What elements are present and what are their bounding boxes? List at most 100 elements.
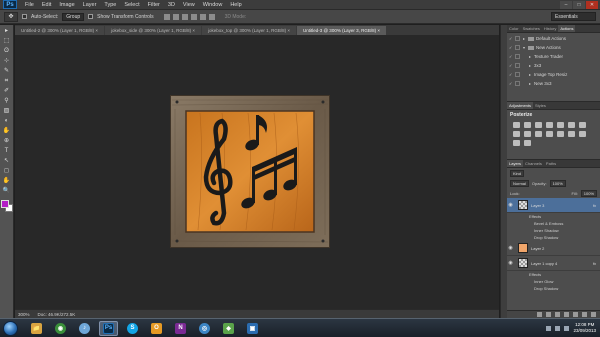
channel-mixer-icon[interactable]: [535, 131, 542, 137]
align-middle-icon[interactable]: [172, 13, 179, 20]
lasso-tool-icon[interactable]: ʘ: [2, 48, 11, 55]
black-white-icon[interactable]: [513, 131, 520, 137]
tab-channels[interactable]: Channels: [523, 160, 544, 167]
menu-help[interactable]: Help: [226, 2, 245, 8]
vibrance-icon[interactable]: [557, 122, 564, 128]
volume-icon[interactable]: [564, 325, 570, 331]
check-icon[interactable]: ✓: [509, 45, 513, 50]
fx-icon[interactable]: fx: [593, 261, 596, 266]
dialog-toggle-icon[interactable]: [515, 81, 520, 86]
dialog-toggle-icon[interactable]: [515, 36, 520, 41]
quick-select-tool-icon[interactable]: ⊹: [2, 58, 11, 65]
tab-jokebox-side[interactable]: jokebox_side @ 300% (Layer 1, RGB/8) ×: [104, 26, 201, 35]
fx-add-icon[interactable]: [546, 312, 551, 317]
tab-jokebox-top[interactable]: jokebox_top @ 300% (Layer 1, RGB/8) ×: [201, 26, 296, 35]
effect-drop-shadow[interactable]: Drop Shadow: [507, 234, 600, 241]
eraser-tool-icon[interactable]: ✋: [2, 128, 11, 135]
network-icon[interactable]: [555, 325, 561, 331]
history-brush-tool-icon[interactable]: ◐: [2, 118, 11, 125]
close-button[interactable]: ✕: [586, 0, 598, 9]
tab-paths[interactable]: Paths: [544, 160, 558, 167]
fx-icon[interactable]: fx: [593, 203, 596, 208]
menu-view[interactable]: View: [179, 2, 199, 8]
healing-tool-icon[interactable]: ✐: [2, 88, 11, 95]
action-image-top-resize[interactable]: ✓ ▸ Image Top Resiz: [509, 70, 600, 79]
align-right-icon[interactable]: [208, 13, 215, 20]
workspace-switcher[interactable]: Essentials: [551, 12, 596, 21]
path-select-tool-icon[interactable]: ↖: [2, 158, 11, 165]
taskbar-outlook[interactable]: O: [147, 321, 166, 336]
effect-inner-glow[interactable]: Inner Glow: [507, 278, 600, 285]
dialog-toggle-icon[interactable]: [515, 54, 520, 59]
hue-saturation-icon[interactable]: [568, 122, 575, 128]
taskbar-app9[interactable]: ◆: [219, 321, 238, 336]
effect-inner-shadow[interactable]: Inner Shadow: [507, 227, 600, 234]
dialog-toggle-icon[interactable]: [515, 72, 520, 77]
check-icon[interactable]: ✓: [509, 36, 513, 41]
tab-layers[interactable]: Layers: [507, 160, 524, 167]
color-lookup-icon[interactable]: [546, 131, 553, 137]
layer-row-layer-3[interactable]: ◉ Layer 3 fx: [507, 198, 600, 213]
action-set-default[interactable]: ✓ ▸ Default Actions: [509, 34, 600, 43]
action-new-3x3[interactable]: ✓ ▸ New 3x3: [509, 79, 600, 88]
action-set-new[interactable]: ✓ ▾ New Actions: [509, 43, 600, 52]
taskbar-itunes[interactable]: ♪: [75, 321, 94, 336]
group-folder-icon[interactable]: [573, 312, 578, 317]
align-center-icon[interactable]: [199, 13, 206, 20]
align-bottom-icon[interactable]: [181, 13, 188, 20]
invert-icon[interactable]: [557, 131, 564, 137]
layer-row-layer-2[interactable]: ◉ Layer 2: [507, 241, 600, 256]
effect-bevel-emboss[interactable]: Bevel & Emboss: [507, 220, 600, 227]
align-left-icon[interactable]: [190, 13, 197, 20]
tab-actions[interactable]: Actions: [558, 25, 576, 32]
check-icon[interactable]: ✓: [509, 81, 513, 86]
maximize-button[interactable]: □: [573, 0, 585, 9]
menu-window[interactable]: Window: [199, 2, 227, 8]
eye-icon[interactable]: ◉: [507, 202, 514, 208]
canvas-area[interactable]: [15, 35, 499, 309]
fill-field[interactable]: 100%: [580, 189, 597, 197]
selective-color-icon[interactable]: [524, 140, 531, 146]
clock[interactable]: 12:08 PM 23/09/2013: [573, 322, 596, 334]
menu-layer[interactable]: Layer: [79, 2, 101, 8]
collapsed-panel-strip[interactable]: [500, 25, 507, 318]
start-button[interactable]: [3, 320, 18, 336]
dialog-toggle-icon[interactable]: [515, 63, 520, 68]
tab-swatches[interactable]: Swatches: [521, 25, 542, 32]
auto-select-checkbox[interactable]: [22, 14, 27, 19]
show-transform-checkbox[interactable]: [88, 14, 94, 19]
check-icon[interactable]: ✓: [509, 72, 513, 77]
tab-history[interactable]: History: [542, 25, 558, 32]
levels-icon[interactable]: [524, 122, 531, 128]
hand-tool-icon[interactable]: ✋: [2, 178, 11, 185]
crop-tool-icon[interactable]: ✎: [2, 68, 11, 75]
color-swatches[interactable]: [0, 200, 13, 212]
brightness-contrast-icon[interactable]: [513, 122, 520, 128]
menu-file[interactable]: File: [21, 2, 38, 8]
move-tool-preset[interactable]: ✥: [4, 11, 18, 22]
adjustment-layer-icon[interactable]: [564, 312, 569, 317]
menu-edit[interactable]: Edit: [38, 2, 55, 8]
brush-tool-icon[interactable]: ⚲: [2, 98, 11, 105]
eyedropper-tool-icon[interactable]: ⌗: [2, 78, 11, 85]
stamp-tool-icon[interactable]: ▨: [2, 108, 11, 115]
opacity-field[interactable]: 100%: [549, 179, 566, 187]
blend-mode-dropdown[interactable]: Normal: [510, 179, 529, 187]
curves-icon[interactable]: [535, 122, 542, 128]
posterize-icon[interactable]: [568, 131, 575, 137]
layer-row-layer-1-copy-4[interactable]: ◉ Layer 1 copy 4 fx: [507, 256, 600, 271]
action-3x3[interactable]: ✓ ▸ 3x3: [509, 61, 600, 70]
menu-image[interactable]: Image: [55, 2, 78, 8]
auto-select-dropdown[interactable]: Group: [62, 12, 85, 21]
eye-icon[interactable]: ◉: [507, 260, 514, 266]
move-tool-icon[interactable]: ▸: [2, 28, 11, 35]
taskbar-explorer[interactable]: 📁: [27, 321, 46, 336]
taskbar-chrome[interactable]: ◉: [51, 321, 70, 336]
zoom-level[interactable]: 300%: [18, 312, 30, 317]
taskbar-app10[interactable]: ▣: [243, 321, 262, 336]
zoom-tool-icon[interactable]: 🔍: [2, 188, 11, 195]
new-layer-icon[interactable]: [582, 312, 587, 317]
tab-untitled-2[interactable]: Untitled-2 @ 300% (Layer 1, RGB/8) ×: [15, 26, 104, 35]
menu-filter[interactable]: Filter: [144, 2, 164, 8]
minimize-button[interactable]: –: [560, 0, 572, 9]
